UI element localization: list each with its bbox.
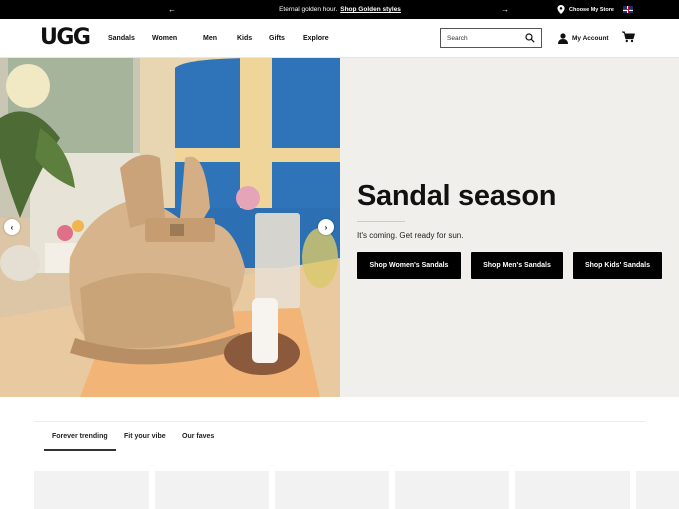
hero-subtitle: It's coming. Get ready for sun. <box>357 231 464 240</box>
my-account-link[interactable]: My Account <box>558 19 609 58</box>
shop-womens-sandals-button[interactable]: Shop Women's Sandals <box>357 252 461 279</box>
product-card[interactable] <box>275 471 389 509</box>
promo-text: Eternal golden hour. <box>279 6 338 13</box>
search-placeholder: Search <box>447 34 468 42</box>
nav-men[interactable]: Men <box>203 35 237 42</box>
sandal-hero-image <box>0 58 340 397</box>
promo-next-arrow-icon[interactable]: → <box>497 0 513 19</box>
choose-store-label: Choose My Store <box>569 6 614 13</box>
product-tabs: Forever trending Fit your vibe Our faves <box>44 422 234 451</box>
location-pin-icon <box>557 5 565 14</box>
search-input[interactable]: Search <box>440 28 542 48</box>
cart-icon[interactable] <box>622 31 635 43</box>
carousel-prev-chevron-icon[interactable]: ‹ <box>4 219 20 235</box>
tab-forever-trending[interactable]: Forever trending <box>44 422 116 451</box>
tab-our-faves[interactable]: Our faves <box>174 422 234 451</box>
nav-kids[interactable]: Kids <box>237 35 269 42</box>
shop-kids-sandals-button[interactable]: Shop Kids' Sandals <box>573 252 662 279</box>
hero-divider <box>357 221 405 222</box>
product-card[interactable] <box>395 471 509 509</box>
ugg-logo[interactable]: UGG <box>40 27 91 49</box>
user-icon <box>558 33 568 44</box>
product-card[interactable] <box>515 471 630 509</box>
uk-flag-icon[interactable] <box>623 6 633 13</box>
sandal-photo <box>0 58 340 397</box>
promo-message: Eternal golden hour. Shop Golden styles <box>230 0 450 19</box>
hero-text-panel: Sandal season It's coming. Get ready for… <box>340 58 679 397</box>
product-card[interactable] <box>155 471 269 509</box>
nav-gifts[interactable]: Gifts <box>269 35 303 42</box>
my-account-label: My Account <box>572 35 609 42</box>
nav-sandals[interactable]: Sandals <box>108 35 152 42</box>
tab-fit-your-vibe[interactable]: Fit your vibe <box>116 422 174 451</box>
shop-mens-sandals-button[interactable]: Shop Men's Sandals <box>471 252 563 279</box>
product-card[interactable] <box>636 471 679 509</box>
promo-link[interactable]: Shop Golden styles <box>340 6 401 13</box>
site-header: UGG Sandals Women Men Kids Gifts Explore… <box>0 19 679 58</box>
promo-prev-arrow-icon[interactable]: ← <box>164 0 180 19</box>
nav-explore[interactable]: Explore <box>303 35 343 42</box>
hero-title: Sandal season <box>357 180 557 212</box>
main-nav: Sandals Women Men Kids Gifts Explore <box>108 19 343 58</box>
nav-women[interactable]: Women <box>152 35 203 42</box>
promo-bar: ← Eternal golden hour. Shop Golden style… <box>0 0 679 19</box>
carousel-next-chevron-icon[interactable]: › <box>318 219 334 235</box>
search-icon[interactable] <box>525 33 535 43</box>
product-card[interactable] <box>34 471 149 509</box>
choose-store-link[interactable]: Choose My Store <box>557 0 614 19</box>
